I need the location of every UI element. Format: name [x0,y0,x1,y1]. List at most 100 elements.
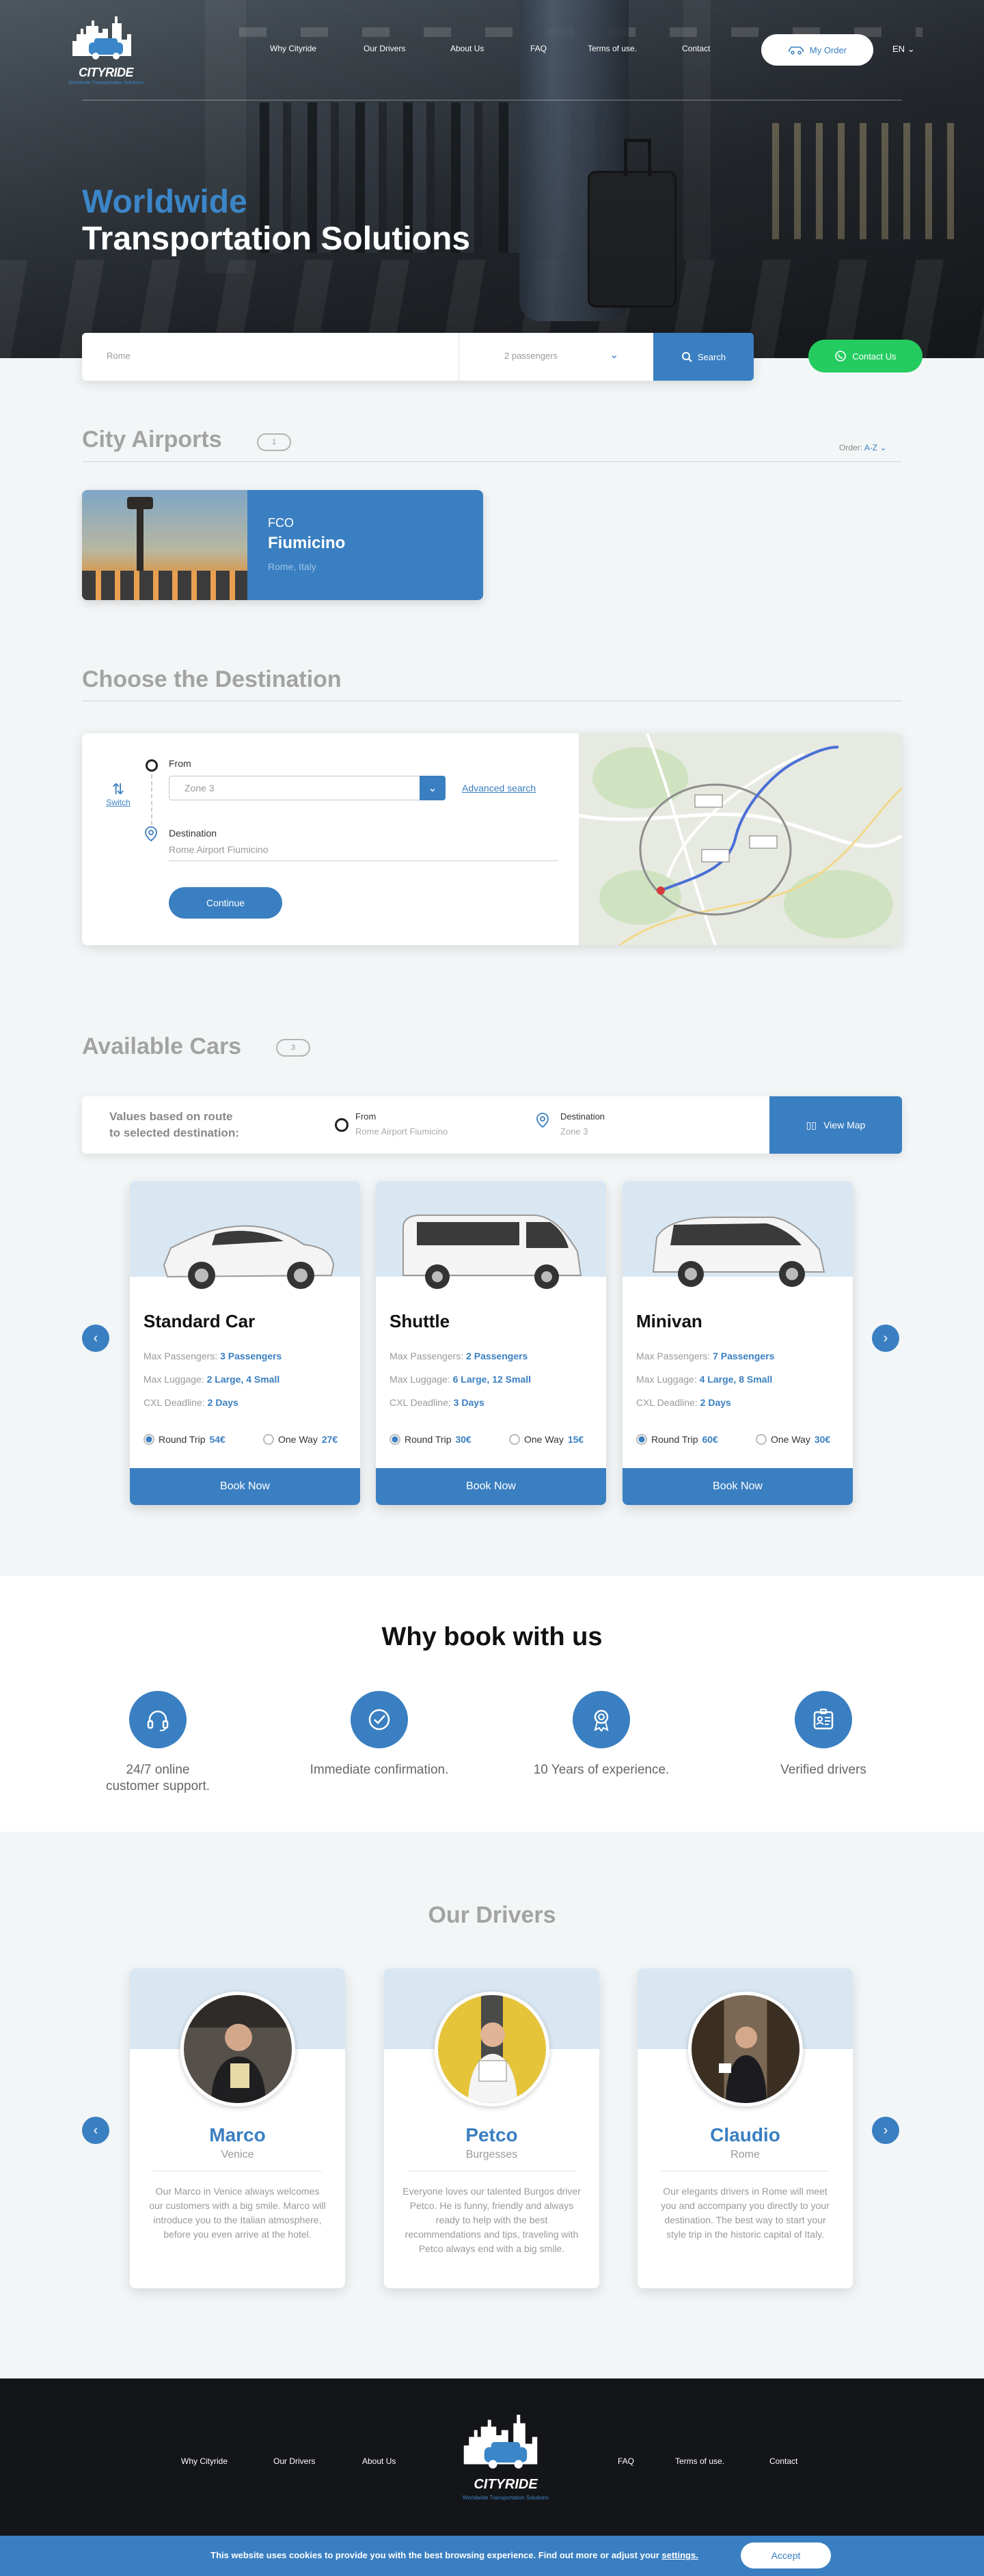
nav-faq[interactable]: FAQ [530,44,547,53]
nav-why-cityride[interactable]: Why Cityride [270,44,316,53]
luggage-value: 6 Large, 12 Small [452,1374,532,1385]
cars-next-arrow[interactable]: › [872,1325,899,1352]
one-way-label: One Way [524,1434,564,1445]
id-card-icon [795,1691,852,1748]
airport-road [82,571,247,600]
route-from-value: Rome Airport Fiumicino [355,1126,448,1137]
hero-title-line1: Worldwide [82,184,247,220]
nav-our-drivers[interactable]: Our Drivers [364,44,405,53]
whatsapp-icon [835,351,847,362]
route-map[interactable] [579,733,902,945]
location-pin-icon [536,1113,549,1132]
airport-name: Fiumicino [268,534,346,552]
cars-title: Available Cars [82,1033,242,1059]
continue-button[interactable]: Continue [169,887,282,919]
chevron-right-icon: › [883,1330,888,1346]
footer-nav-faq[interactable]: FAQ [618,2456,634,2466]
car-name: Standard Car [144,1311,256,1331]
logo[interactable]: CITYRIDE Worldwide Transportation Soluti… [68,14,144,89]
chevron-down-icon[interactable]: ⌄ [420,776,446,800]
footer-logo[interactable]: CITYRIDE Worldwide Transportation Soluti… [458,2411,554,2507]
sort-order[interactable]: Order: A-Z ⌄ [839,443,886,452]
from-select[interactable]: Zone 3 ⌄ [169,776,446,800]
destination-label: Destination [169,828,217,839]
driver-name: Claudio [710,2124,780,2145]
airport-code: FCO [268,516,294,530]
round-trip-label: Round Trip [159,1434,206,1445]
round-trip-radio[interactable]: Round Trip 54€ [144,1434,226,1445]
one-way-radio[interactable]: One Way 30€ [756,1434,830,1445]
driver-name: Petco [465,2124,518,2145]
book-now-button[interactable]: Book Now [623,1468,853,1505]
control-tower [127,497,153,579]
round-trip-price: 30€ [455,1434,472,1445]
footer-nav-our-drivers[interactable]: Our Drivers [273,2456,315,2466]
why-book-section: Why book with us 24/7 online customer sup… [0,1576,984,1832]
chevron-down-icon[interactable]: ⌄ [610,348,618,362]
search-bar: Rome 2 passengers ⌄ Search [82,333,754,381]
round-trip-radio[interactable]: Round Trip 60€ [636,1434,718,1445]
passengers-value: 3 Passengers [220,1351,282,1361]
feature-label-line1: 24/7 online [126,1763,190,1777]
minivan-image [652,1217,825,1287]
book-now-button[interactable]: Book Now [130,1468,360,1505]
location-pin-icon [145,826,157,845]
cookie-settings-link[interactable]: settings. [661,2550,698,2560]
driver-name: Marco [209,2124,266,2145]
city-input[interactable]: Rome [107,351,131,361]
car-deadline: CXL Deadline: 2 Days [144,1397,238,1408]
passengers-value: 7 Passengers [713,1351,775,1361]
footer-nav-terms[interactable]: Terms of use. [675,2456,724,2466]
drivers-prev-arrow[interactable]: ‹ [82,2117,109,2144]
logo-wordmark: CITYRIDE [78,66,134,79]
nav-about-us[interactable]: About Us [450,44,484,53]
one-way-price: 27€ [321,1434,338,1445]
round-trip-radio[interactable]: Round Trip 30€ [390,1434,472,1445]
feature-label: Verified drivers [780,1763,866,1777]
destination-input[interactable]: Rome Airport Fiumicino [169,844,558,861]
deadline-label: CXL Deadline: [144,1397,205,1408]
sort-order-value: A-Z [864,443,878,452]
one-way-radio[interactable]: One Way 15€ [509,1434,584,1445]
passengers-select[interactable]: 2 passengers [504,351,558,361]
advanced-search-link[interactable]: Advanced search [462,783,536,794]
view-map-button[interactable]: ▯▯ View Map [769,1096,902,1154]
feature-experience: 10 Years of experience. [512,1691,690,1778]
route-note-line2: to selected destination: [109,1126,239,1139]
switch-button[interactable]: ⇅ Switch [102,781,134,808]
round-trip-label: Round Trip [651,1434,698,1445]
car-name: Minivan [636,1311,702,1331]
book-now-button[interactable]: Book Now [376,1468,606,1505]
deadline-value: 2 Days [700,1397,731,1408]
airport-card-fiumicino[interactable]: FCO Fiumicino Rome, Italy [82,490,483,600]
luggage-value: 2 Large, 4 Small [206,1374,280,1385]
car-name: Shuttle [390,1311,450,1331]
car-passengers: Max Passengers: 3 Passengers [144,1351,282,1361]
my-order-button[interactable]: My Order [761,34,873,66]
nav-terms[interactable]: Terms of use. [588,44,637,53]
passengers-label: Max Passengers: [636,1351,711,1361]
driver-card-petco: Petco Burgesses Everyone loves our talen… [384,1968,599,2288]
route-note-line1: Values based on route [109,1110,233,1123]
headset-icon [129,1691,187,1748]
contact-us-label: Contact Us [852,351,897,362]
accept-cookies-button[interactable]: Accept [741,2543,831,2568]
from-label: From [169,758,191,769]
one-way-radio[interactable]: One Way 27€ [263,1434,338,1445]
language-selector[interactable]: EN ⌄ [892,44,915,55]
luggage-label: Max Luggage: [636,1374,697,1385]
car-luggage: Max Luggage: 4 Large, 8 Small [636,1374,772,1385]
footer-nav-about-us[interactable]: About Us [362,2456,396,2466]
luggage-value: 4 Large, 8 Small [699,1374,773,1385]
round-trip-price: 54€ [209,1434,226,1445]
shuttle-image [402,1215,582,1289]
drivers-next-arrow[interactable]: › [872,2117,899,2144]
cars-prev-arrow[interactable]: ‹ [82,1325,109,1352]
search-button[interactable]: Search [653,333,754,381]
contact-us-button[interactable]: Contact Us [808,340,922,372]
driver-description: Our elegants drivers in Rome will meet y… [661,2186,830,2240]
nav-contact[interactable]: Contact [682,44,710,53]
footer-nav-contact[interactable]: Contact [769,2456,797,2466]
footer-nav-why-cityride[interactable]: Why Cityride [181,2456,228,2466]
origin-circle-icon [146,759,158,772]
